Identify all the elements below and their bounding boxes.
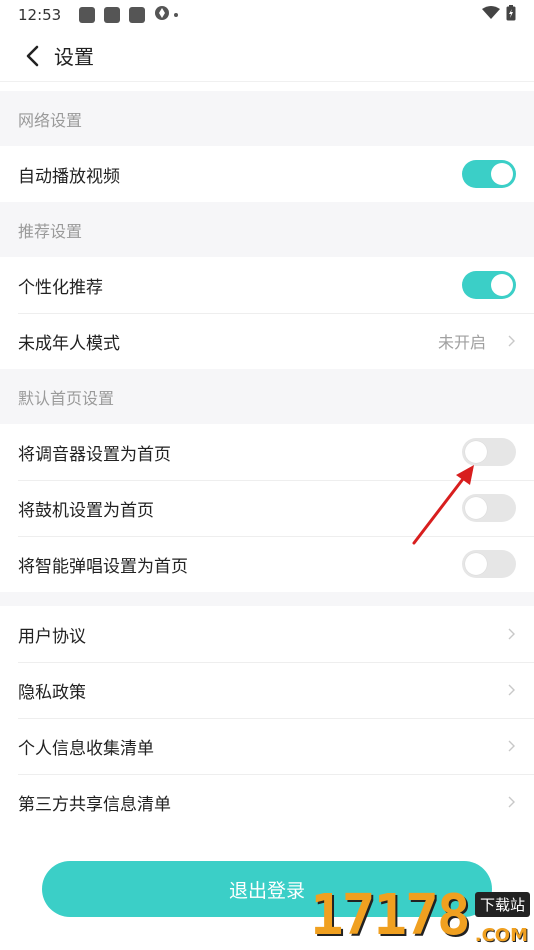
back-button[interactable] xyxy=(12,30,52,82)
status-time: 12:53 xyxy=(18,6,62,24)
notification-icon xyxy=(104,7,121,23)
chevron-right-icon xyxy=(506,796,516,808)
toggle-knob xyxy=(491,274,513,296)
setting-row-minor-mode[interactable]: 未成年人模式 未开启 xyxy=(0,313,534,369)
link-row-third-party-list[interactable]: 第三方共享信息清单 xyxy=(0,774,534,830)
link-row-user-agreement[interactable]: 用户协议 xyxy=(0,606,534,662)
notification-icon xyxy=(79,7,96,23)
link-label: 隐私政策 xyxy=(18,682,86,703)
chevron-right-icon xyxy=(506,628,516,640)
link-label: 个人信息收集清单 xyxy=(18,738,154,759)
nav-bar: 设置 xyxy=(0,30,534,82)
section-header-recommend: 推荐设置 xyxy=(0,202,534,257)
autoplay-toggle[interactable] xyxy=(462,160,516,188)
toggle-knob xyxy=(465,553,487,575)
status-bar: 12:53 xyxy=(0,0,534,30)
minor-mode-status: 未开启 xyxy=(437,333,486,352)
chevron-right-icon xyxy=(506,684,516,696)
section-gap xyxy=(0,592,534,606)
battery-icon xyxy=(506,5,516,25)
watermark-domain: .COM xyxy=(474,925,528,946)
link-label: 用户协议 xyxy=(18,626,86,647)
watermark-badge: 下载站 xyxy=(474,892,530,917)
setting-label: 个性化推荐 xyxy=(18,277,103,298)
section-header-network: 网络设置 xyxy=(0,91,534,146)
setting-row-personalized: 个性化推荐 xyxy=(0,257,534,313)
link-label: 第三方共享信息清单 xyxy=(18,794,171,815)
watermark-logo: 17178 xyxy=(310,883,471,948)
annotation-arrow-icon xyxy=(412,465,474,545)
chevron-right-icon xyxy=(506,335,516,347)
setting-label: 将鼓机设置为首页 xyxy=(18,500,154,521)
notification-icon xyxy=(129,7,146,23)
setting-row-autoplay: 自动播放视频 xyxy=(0,146,534,202)
chevron-left-icon xyxy=(26,45,39,66)
section-header-homepage: 默认首页设置 xyxy=(0,369,534,424)
toggle-knob xyxy=(491,163,513,185)
setting-label: 将智能弹唱设置为首页 xyxy=(18,556,188,577)
app-notification-icon xyxy=(154,5,170,25)
chevron-right-icon xyxy=(506,740,516,752)
setting-label: 自动播放视频 xyxy=(18,166,120,187)
page-title: 设置 xyxy=(54,45,94,69)
more-notifications-dot xyxy=(174,13,179,17)
wifi-icon xyxy=(482,6,500,24)
setting-label: 未成年人模式 xyxy=(18,333,120,354)
link-row-personal-info-list[interactable]: 个人信息收集清单 xyxy=(0,718,534,774)
personalized-toggle[interactable] xyxy=(462,271,516,299)
setting-label: 将调音器设置为首页 xyxy=(18,444,171,465)
link-row-privacy-policy[interactable]: 隐私政策 xyxy=(0,662,534,718)
